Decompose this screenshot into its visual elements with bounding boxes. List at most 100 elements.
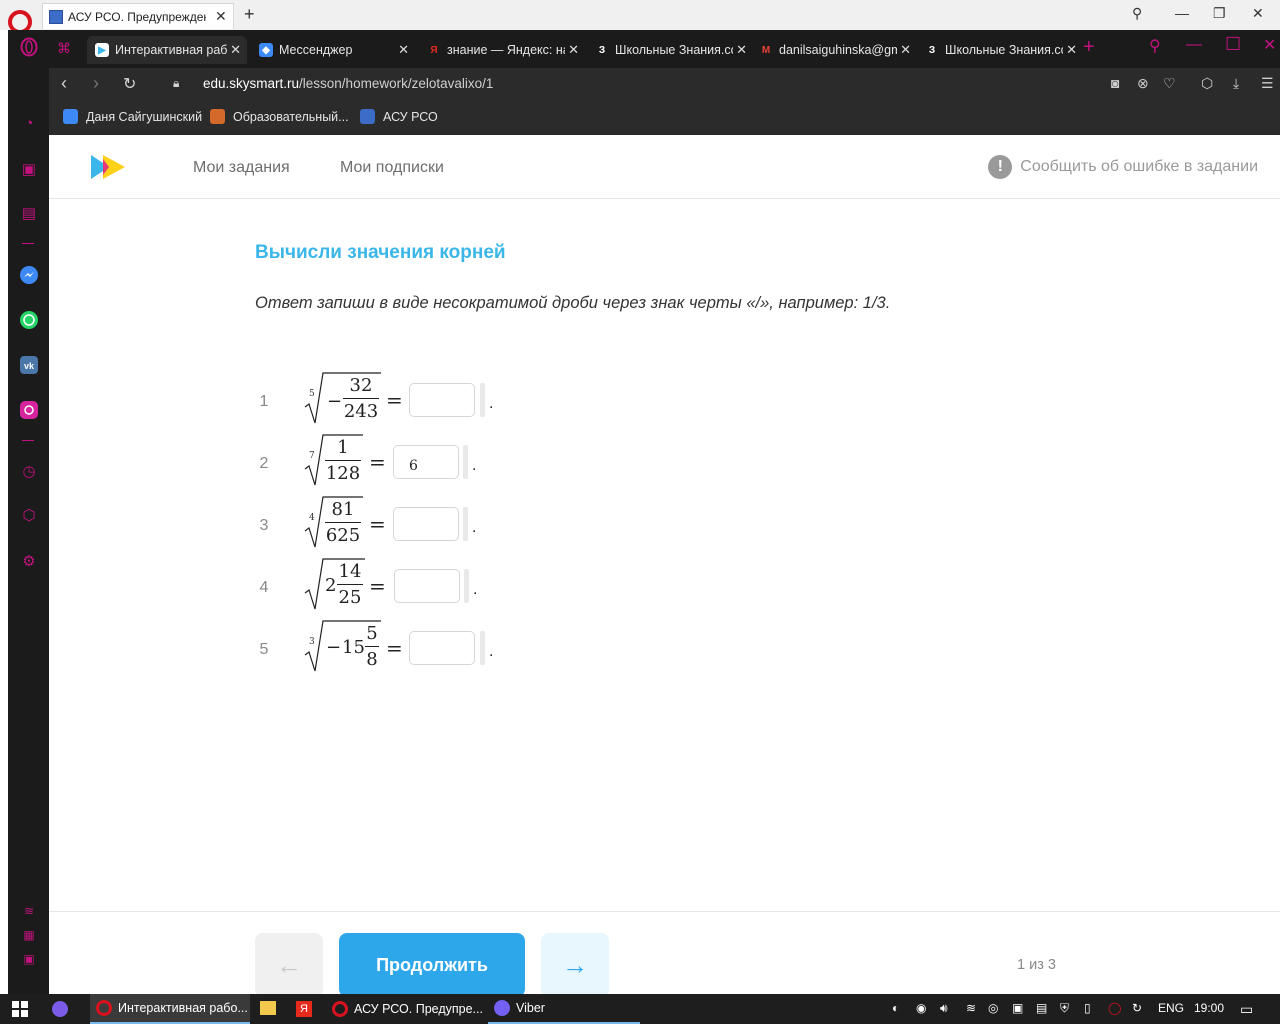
security-icon[interactable]: ⛨ <box>1060 1001 1069 1016</box>
new-tab-icon[interactable]: + <box>1083 36 1095 59</box>
download-icon[interactable]: ⤓ <box>1233 75 1239 92</box>
new-tab-icon[interactable]: + <box>244 4 255 25</box>
problem-number: 5 <box>259 641 269 658</box>
nvidia-icon[interactable]: ▣ <box>1012 1001 1023 1015</box>
heart-icon[interactable]: ♡ <box>1163 75 1176 92</box>
windows-start-icon[interactable] <box>12 1001 28 1017</box>
language-indicator[interactable]: ENG <box>1158 1001 1184 1015</box>
memory-icon[interactable]: ▦ <box>18 924 40 946</box>
instagram-icon[interactable] <box>18 399 40 421</box>
restore-icon[interactable]: ❐ <box>1213 5 1226 22</box>
close-icon[interactable]: ✕ <box>215 8 227 25</box>
taskbar-item-viber[interactable]: Viber <box>488 994 640 1024</box>
close-icon[interactable]: ✕ <box>1066 42 1077 58</box>
wifi-icon[interactable]: ≋ <box>18 900 40 922</box>
taskbar-item-interactive[interactable]: Интерактивная рабо... <box>90 994 250 1024</box>
denominator: 8 <box>366 649 378 670</box>
tab-gmail[interactable]: M danilsaiguhinska@gmail.com ✕ <box>751 36 917 64</box>
answer-input[interactable]: 6 <box>393 445 459 479</box>
twitch-icon[interactable]: ▤ <box>18 202 40 224</box>
minimize-icon[interactable]: — <box>1186 36 1202 54</box>
tray-sync-icon[interactable]: ↻ <box>1132 1001 1142 1015</box>
maximize-icon[interactable]: ☐ <box>1225 34 1241 55</box>
snapshot-icon[interactable]: ◙ <box>1111 75 1119 91</box>
close-icon[interactable]: ✕ <box>900 42 911 58</box>
page-counter: 1 из 3 <box>1017 957 1056 973</box>
report-error-link[interactable]: ! Сообщить об ошибке в задании <box>988 155 1258 179</box>
radical-index: 3 <box>309 637 315 647</box>
tab-label: знание — Яндекс: нашлось <box>447 43 565 57</box>
radical-index: 4 <box>309 513 315 523</box>
equals-sign: = <box>386 636 403 660</box>
clock[interactable]: 19:00 <box>1194 1001 1224 1015</box>
search-tabs-icon[interactable]: ⚲ <box>1149 36 1161 56</box>
tab-znanija-1[interactable]: З Школьные Знания.com ✕ <box>587 36 753 64</box>
tray-edge-icon[interactable]: ◐ <box>892 1001 899 1015</box>
vk-icon[interactable]: vk <box>18 354 40 376</box>
settings-icon[interactable]: ⚙ <box>18 550 40 572</box>
tray-viber-icon[interactable]: ◉ <box>916 1001 926 1015</box>
bookmark-item[interactable]: Даня Сайгушинский <box>63 109 202 124</box>
close-icon[interactable]: ✕ <box>568 42 579 58</box>
network-icon[interactable]: ≋ <box>966 1001 976 1015</box>
steam-icon[interactable]: ◎ <box>988 1001 998 1015</box>
taskbar-item-asu-rso[interactable]: АСУ РСО. Предупре... <box>326 994 486 1024</box>
adblock-icon[interactable]: ⊗ <box>1137 75 1149 92</box>
url-host: edu.skysmart.ru <box>203 76 300 91</box>
cortana-icon[interactable] <box>52 1001 68 1017</box>
file-explorer-icon[interactable] <box>260 1001 276 1015</box>
bookmark-item[interactable]: Образовательный... <box>210 109 349 124</box>
yandex-browser-icon[interactable]: Я <box>296 1001 312 1017</box>
close-window-icon[interactable]: ✕ <box>1252 5 1264 22</box>
back-icon[interactable]: ‹ <box>61 73 67 94</box>
close-window-icon[interactable]: ✕ <box>1263 35 1276 55</box>
whatsapp-icon[interactable] <box>18 309 40 331</box>
extensions-icon[interactable]: ⬡ <box>1201 75 1213 92</box>
viber-icon <box>494 1000 510 1016</box>
speed-dial-icon[interactable]: ◔ <box>18 112 40 134</box>
tab-yandex[interactable]: Я знание — Яндекс: нашлось ✕ <box>419 36 585 64</box>
nav-my-subscriptions[interactable]: Мои подписки <box>340 159 444 177</box>
minimize-icon[interactable]: — <box>1175 5 1189 21</box>
answer-input[interactable] <box>393 507 459 541</box>
reload-icon[interactable]: ↻ <box>123 74 136 94</box>
answer-input[interactable] <box>409 631 475 665</box>
messenger-icon[interactable] <box>18 264 40 286</box>
previous-button[interactable]: ← <box>255 933 323 997</box>
notifications-icon[interactable]: ▭ <box>1240 1001 1253 1018</box>
equals-sign: = <box>386 388 403 412</box>
usb-icon[interactable]: ▯ <box>1084 1001 1091 1015</box>
tab-znanija-2[interactable]: З Школьные Знания.com ✕ <box>917 36 1083 64</box>
period: . <box>472 457 477 474</box>
tab-messenger[interactable]: ◆ Мессенджер ✕ <box>251 36 415 64</box>
task-instruction: Ответ запиши в виде несократимой дроби ч… <box>255 294 891 312</box>
menu-icon[interactable]: ☰ <box>1261 75 1274 92</box>
nav-my-tasks[interactable]: Мои задания <box>193 159 290 177</box>
skysmart-logo-icon[interactable] <box>91 155 125 184</box>
url-field[interactable]: edu.skysmart.ru/lesson/homework/zelotava… <box>203 76 493 91</box>
bag-icon[interactable]: ▣ <box>18 158 40 180</box>
opera-menu-icon[interactable] <box>18 36 40 58</box>
answer-input[interactable] <box>409 383 475 417</box>
report-error-label: Сообщить об ошибке в задании <box>1020 158 1258 175</box>
search-icon[interactable]: ⚲ <box>1132 5 1142 22</box>
opera-icon <box>96 1000 112 1016</box>
bookmark-item[interactable]: АСУ РСО <box>360 109 438 124</box>
close-icon[interactable]: ✕ <box>398 42 409 58</box>
forward-icon[interactable]: › <box>93 73 99 94</box>
close-icon[interactable]: ✕ <box>230 42 241 58</box>
close-icon[interactable]: ✕ <box>736 42 747 58</box>
gamepad-icon[interactable]: ⌘ <box>57 40 71 57</box>
continue-button[interactable]: Продолжить <box>339 933 525 997</box>
tray-app-icon[interactable]: ▤ <box>1036 1001 1047 1015</box>
cube-icon[interactable]: ⬡ <box>18 504 40 526</box>
volume-icon[interactable]: 🔊︎ <box>940 1001 948 1016</box>
tab-interactive-work[interactable]: ▶ Интерактивная работа ✕ <box>87 36 247 64</box>
answer-input[interactable] <box>394 569 460 603</box>
cpu-icon[interactable]: ▣ <box>18 948 40 970</box>
next-button[interactable]: → <box>541 933 609 997</box>
answer-marker <box>480 631 485 665</box>
background-tab[interactable]: АСУ РСО. Предупреждение ✕ <box>42 3 234 29</box>
tray-opera-icon[interactable]: ◯ <box>1108 1001 1121 1015</box>
history-icon[interactable]: ◷ <box>18 460 40 482</box>
